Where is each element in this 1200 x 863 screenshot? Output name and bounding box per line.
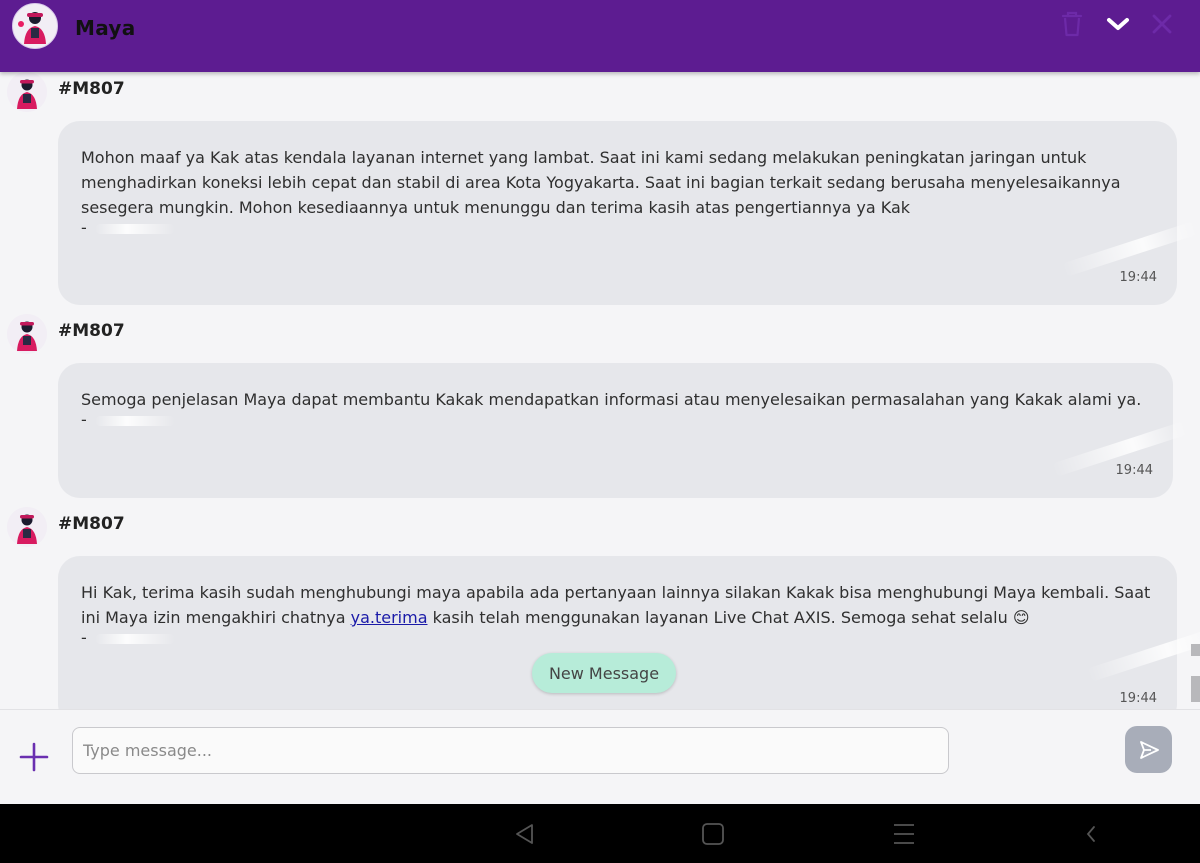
chat-screen: Maya #M807 Mohon maaf ya Kak atas kendal… [0, 0, 1200, 863]
scrollbar-thumb[interactable] [1191, 644, 1200, 656]
close-icon[interactable] [1146, 8, 1178, 40]
message-input[interactable] [72, 727, 949, 774]
message-signature: - [81, 630, 1153, 644]
message-list[interactable]: #M807 Mohon maaf ya Kak atas kendala lay… [0, 72, 1200, 709]
agent-avatar [7, 314, 47, 354]
trash-icon[interactable] [1056, 8, 1088, 40]
chevron-down-icon[interactable] [1102, 8, 1134, 40]
message-text: Hi Kak, terima kasih sudah menghubungi m… [81, 583, 1151, 627]
system-nav-bar [0, 804, 1200, 863]
message-sender: #M807 [58, 514, 125, 534]
message-sender: #M807 [58, 321, 125, 341]
message-text: Mohon maaf ya Kak atas kendala layanan i… [81, 148, 1121, 217]
message-time: 19:44 [1119, 691, 1157, 706]
message-composer [0, 709, 1200, 805]
menu-lines-icon[interactable] [890, 820, 918, 848]
message-link[interactable]: ya.terima [351, 608, 428, 627]
message-time: 19:44 [1119, 270, 1157, 285]
message-sender: #M807 [58, 79, 125, 99]
message-time: 19:44 [1115, 463, 1153, 478]
plus-icon[interactable] [19, 742, 49, 772]
chat-title: Maya [75, 16, 136, 40]
home-square-icon[interactable] [699, 820, 727, 848]
message-bubble: Semoga penjelasan Maya dapat membantu Ka… [58, 363, 1173, 498]
scrollbar-track[interactable] [1191, 676, 1200, 702]
message-signature: - [81, 412, 1149, 426]
send-icon [1139, 740, 1159, 759]
back-triangle-icon[interactable] [510, 820, 538, 848]
avatar-icon [12, 3, 58, 49]
send-button[interactable] [1125, 726, 1172, 773]
chat-header: Maya [0, 0, 1200, 72]
agent-avatar [7, 72, 47, 112]
message-signature: - [81, 220, 1153, 234]
new-message-button[interactable]: New Message [532, 653, 676, 693]
chevron-left-icon[interactable] [1077, 820, 1105, 848]
message-text: Semoga penjelasan Maya dapat membantu Ka… [81, 390, 1142, 409]
smile-emoji-icon: 😊 [1012, 608, 1030, 627]
agent-avatar [7, 507, 47, 547]
message-bubble: Mohon maaf ya Kak atas kendala layanan i… [58, 121, 1177, 305]
